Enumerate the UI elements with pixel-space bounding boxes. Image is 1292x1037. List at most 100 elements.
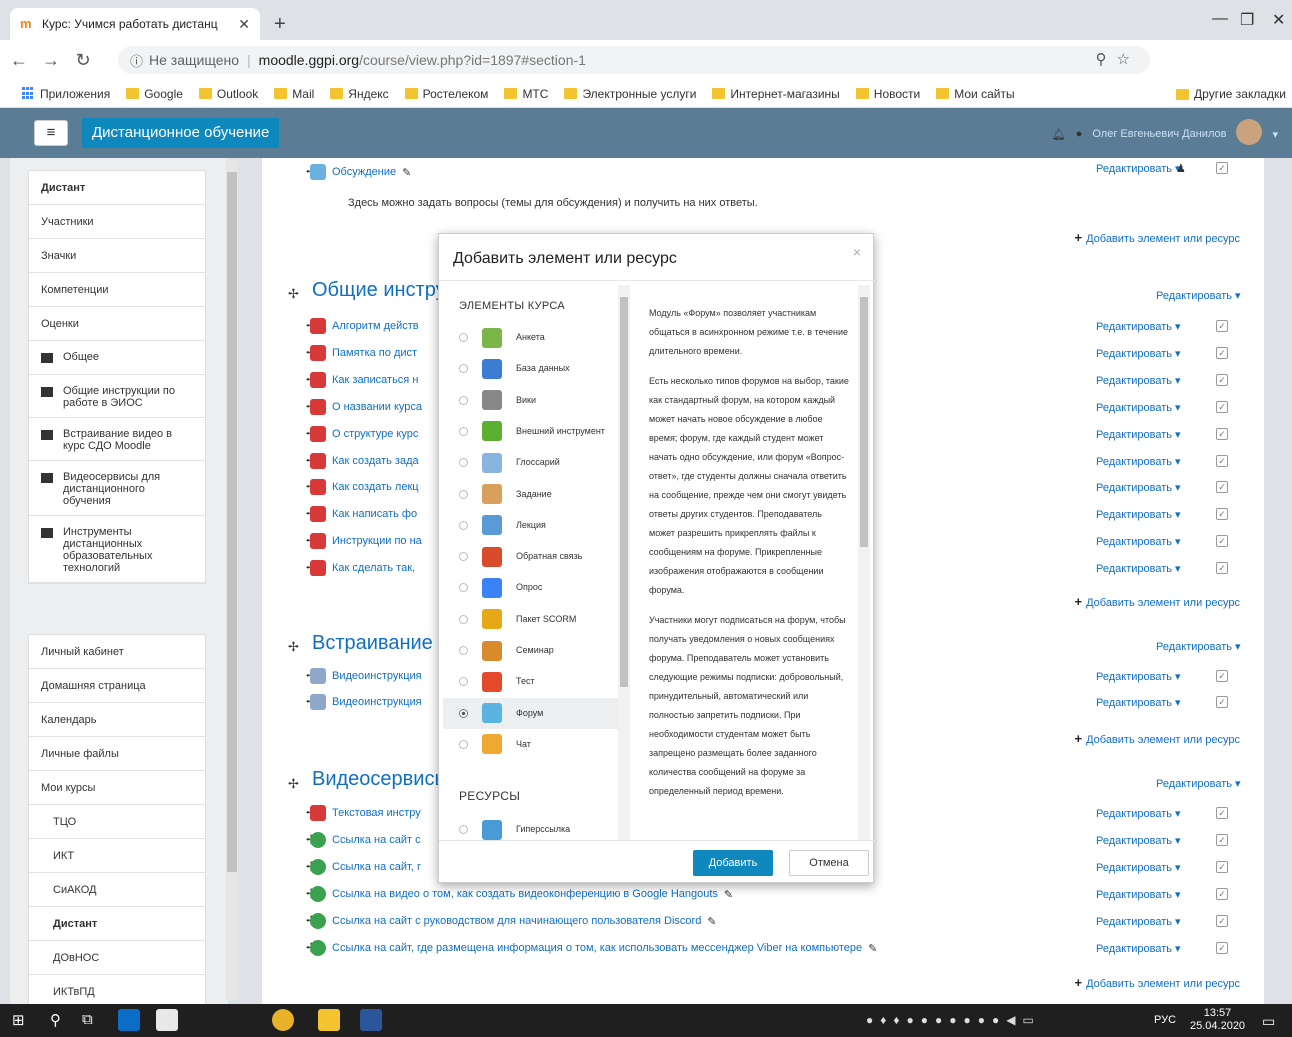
task-view-icon[interactable]: ⧉ (82, 1011, 93, 1028)
nav-item[interactable]: Календарь (29, 703, 205, 737)
activity-item[interactable]: Как сделать так, (310, 560, 415, 577)
add-resource-link[interactable]: + Добавить элемент или ресурс (1074, 975, 1240, 990)
bookmark-item[interactable]: Ростелеком (404, 87, 488, 101)
nav-item[interactable]: Участники (29, 205, 205, 239)
completion-checkbox[interactable]: ✓ (1216, 508, 1228, 521)
clock[interactable]: 13:57 25.04.2020 (1190, 1007, 1245, 1033)
activity-item[interactable]: О названии курса (310, 398, 422, 415)
activity-link[interactable]: О структуре курс (332, 428, 418, 440)
radio-button[interactable] (459, 426, 468, 436)
radio-button[interactable] (459, 614, 468, 624)
user-menu[interactable]: 🔔︎ ● Олег Евгеньевич Данилов ▾ (1052, 119, 1278, 145)
bookmark-item[interactable]: Мои сайты (936, 87, 1015, 101)
completion-checkbox[interactable]: ✓ (1216, 427, 1228, 440)
nav-item-section[interactable]: Общие инструкции по работе в ЭИОС (29, 375, 205, 418)
move-icon[interactable]: ✢ (288, 286, 299, 302)
section-title[interactable]: Общие инстру (312, 279, 446, 302)
help-scrollbar-thumb[interactable] (860, 297, 868, 547)
avatar[interactable] (1236, 119, 1263, 145)
activity-item[interactable]: Текстовая инстру (310, 805, 421, 821)
completion-checkbox[interactable]: ✓ (1216, 346, 1228, 359)
activity-item[interactable]: Как написать фо (310, 506, 417, 523)
activity-item[interactable]: Ссылка на сайт, г (310, 859, 421, 875)
edit-menu[interactable]: Редактировать ▾ (1096, 535, 1181, 548)
edit-menu[interactable]: Редактировать ▾ (1096, 670, 1181, 683)
edit-menu[interactable]: Редактировать ▾ (1096, 915, 1181, 928)
radio-button[interactable] (459, 646, 468, 655)
maximize-icon[interactable]: ❐ (1240, 10, 1254, 30)
section-title[interactable]: Встраивание (312, 632, 433, 655)
completion-checkbox[interactable]: ✓ (1216, 162, 1228, 174)
bookmark-item[interactable]: Электронные услуги (564, 87, 696, 101)
module-option[interactable]: Семинар (443, 635, 619, 666)
drawer-toggle-button[interactable]: ≡ (34, 120, 68, 146)
activity-link[interactable]: Как создать лекц (332, 481, 419, 493)
activity-link[interactable]: Ссылка на сайт с (332, 834, 421, 846)
module-option[interactable]: Форум (443, 697, 619, 729)
minimize-icon[interactable]: — (1212, 10, 1228, 28)
pencil-icon[interactable]: ✎ (707, 915, 716, 928)
activity-item[interactable]: Видеоинструкция (310, 668, 422, 684)
edit-menu[interactable]: Редактировать ▾ (1096, 562, 1181, 575)
chrome-app-icon[interactable] (272, 1009, 294, 1031)
word-app-icon[interactable] (360, 1009, 382, 1031)
nav-item-course[interactable]: ТЦО (29, 805, 205, 839)
edit-menu[interactable]: Редактировать ▾ (1096, 807, 1181, 820)
bookmark-item[interactable]: МТС (504, 87, 548, 101)
activity-link[interactable]: Ссылка на сайт с руководством для начина… (332, 915, 701, 927)
drawer-scrollbar[interactable] (226, 160, 238, 1000)
activity-item[interactable]: Алгоритм действ (310, 318, 419, 334)
activity-item[interactable]: Как создать зада (310, 452, 419, 469)
activity-link[interactable]: Текстовая инстру (332, 807, 421, 819)
language-indicator[interactable]: РУС (1154, 1014, 1176, 1026)
completion-checkbox[interactable]: ✓ (1216, 481, 1228, 494)
add-resource-link[interactable]: + Добавить элемент или ресурс (1074, 594, 1240, 609)
section-edit-menu[interactable]: Редактировать ▾ (1156, 777, 1241, 790)
module-option[interactable]: Обратная связь (443, 541, 619, 572)
edit-menu[interactable]: Редактировать ▾ (1096, 320, 1181, 333)
site-name-button[interactable]: Дистанционное обучение (82, 118, 280, 148)
new-tab-button[interactable]: + (274, 14, 286, 34)
drawer-scrollbar-thumb[interactable] (227, 172, 237, 872)
edit-menu[interactable]: Редактировать ▾ (1096, 347, 1181, 360)
edit-menu[interactable]: Редактировать ▾ (1096, 942, 1181, 955)
chevron-down-icon[interactable]: ▾ (1272, 128, 1278, 141)
move-icon[interactable]: ✢ (288, 639, 299, 655)
activity-link[interactable]: Памятка по дист (332, 347, 417, 359)
nav-item-course[interactable]: СиАКОД (29, 873, 205, 907)
activity-item[interactable]: Ссылка на сайт, где размещена информация… (310, 940, 877, 956)
completion-checkbox[interactable]: ✓ (1216, 807, 1228, 819)
module-option[interactable]: База данных (443, 353, 619, 384)
module-option[interactable]: Тест (443, 666, 619, 697)
nav-item[interactable]: Личный кабинет (29, 635, 205, 669)
edit-menu[interactable]: Редактировать ▾ (1096, 834, 1181, 847)
module-option[interactable]: Пакет SCORM (443, 604, 619, 635)
activity-link[interactable]: Как записаться н (332, 374, 418, 386)
move-icon[interactable]: ✢ (288, 776, 299, 792)
notification-icon[interactable]: ▭ (1262, 1013, 1275, 1030)
activity-item[interactable]: Памятка по дист (310, 344, 417, 361)
cancel-button[interactable]: Отмена (789, 850, 869, 876)
messages-icon[interactable]: ● (1076, 128, 1083, 140)
zoom-star-icons[interactable]: ⚲☆ (1096, 50, 1140, 68)
activity-item[interactable]: Ссылка на видео о том, как создать видео… (310, 886, 733, 902)
address-bar[interactable]: ⓘ Не защищено | moodle.ggpi.org /course/… (118, 46, 1150, 74)
activity-link[interactable]: Обсуждение (332, 166, 396, 178)
pencil-icon[interactable]: ✎ (724, 888, 733, 901)
completion-checkbox[interactable]: ✓ (1216, 942, 1228, 954)
radio-button[interactable] (459, 364, 468, 374)
activity-link[interactable]: О названии курса (332, 401, 422, 413)
nav-item-section[interactable]: Общее (29, 341, 205, 375)
activity-link[interactable]: Инструкции по на (332, 535, 422, 547)
explorer-app-icon[interactable] (318, 1009, 340, 1031)
edit-menu[interactable]: Редактировать ▾ (1096, 428, 1181, 441)
edit-menu[interactable]: Редактировать ▾ (1096, 455, 1181, 468)
module-option[interactable]: Чат (443, 729, 619, 760)
radio-button[interactable] (459, 552, 468, 562)
module-option[interactable]: Опрос (443, 572, 619, 603)
bookmark-other[interactable]: Другие закладки (1176, 87, 1286, 101)
nav-item-section[interactable]: Встраивание видео в курс СДО Moodle (29, 418, 205, 461)
module-option[interactable]: Вики (443, 385, 619, 416)
nav-item-section[interactable]: Инструменты дистанционных образовательны… (29, 516, 205, 583)
nav-item-section[interactable]: Видеосервисы для дистанционного обучения (29, 461, 205, 516)
